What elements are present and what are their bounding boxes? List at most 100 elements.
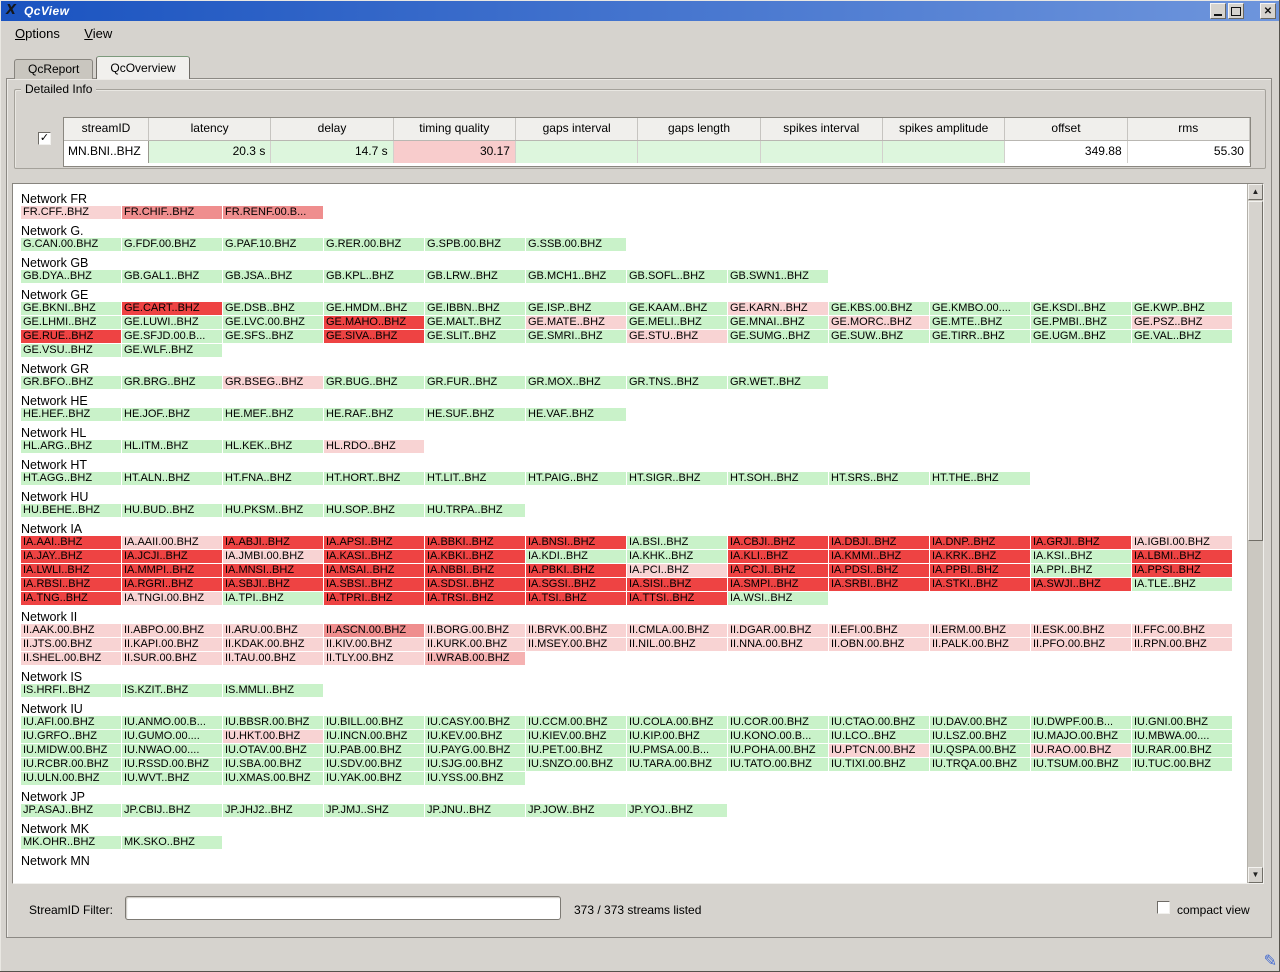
stream-cell[interactable]: HU.BEHE..BHZ xyxy=(21,504,121,517)
stream-cell[interactable]: IU.BBSR.00.BHZ xyxy=(223,716,323,729)
stream-cell[interactable]: IA.KDI..BHZ xyxy=(526,550,626,563)
stream-cell[interactable]: II.TLY.00.BHZ xyxy=(324,652,424,665)
stream-cell[interactable]: IU.ANMO.00.B... xyxy=(122,716,222,729)
stream-cell[interactable]: GE.KMBO.00.... xyxy=(930,302,1030,315)
stream-cell[interactable]: II.ERM.00.BHZ xyxy=(930,624,1030,637)
stream-cell[interactable]: IU.YSS.00.BHZ xyxy=(425,772,525,785)
stream-cell[interactable]: G.CAN.00.BHZ xyxy=(21,238,121,251)
stream-cell[interactable]: HE.HEF..BHZ xyxy=(21,408,121,421)
stream-cell[interactable]: GR.TNS..BHZ xyxy=(627,376,727,389)
stream-cell[interactable]: HT.THE..BHZ xyxy=(930,472,1030,485)
stream-cell[interactable]: IA.PCI..BHZ xyxy=(627,564,727,577)
stream-cell[interactable]: GE.SLIT..BHZ xyxy=(425,330,525,343)
scroll-up-icon[interactable]: ▲ xyxy=(1248,184,1263,200)
stream-cell[interactable]: IU.COLA.00.BHZ xyxy=(627,716,727,729)
stream-cell[interactable]: GR.MOX..BHZ xyxy=(526,376,626,389)
stream-cell[interactable]: IU.SJG.00.BHZ xyxy=(425,758,525,771)
stream-cell[interactable]: IU.XMAS.00.BHZ xyxy=(223,772,323,785)
stream-cell[interactable]: HE.RAF..BHZ xyxy=(324,408,424,421)
stream-cell[interactable]: II.ASCN.00.BHZ xyxy=(324,624,424,637)
stream-cell[interactable]: IA.SGSI..BHZ xyxy=(526,578,626,591)
stream-cell[interactable]: IA.IGBI.00.BHZ xyxy=(1132,536,1232,549)
stream-cell[interactable]: GE.MALT..BHZ xyxy=(425,316,525,329)
stream-cell[interactable]: IA.RBSI..BHZ xyxy=(21,578,121,591)
stream-cell[interactable]: IU.CASY.00.BHZ xyxy=(425,716,525,729)
column-header-offset[interactable]: offset xyxy=(1005,118,1127,140)
stream-cell[interactable]: IU.LSZ.00.BHZ xyxy=(930,730,1030,743)
scrollbar-thumb[interactable] xyxy=(1248,201,1263,541)
stream-cell[interactable]: IU.RSSD.00.BHZ xyxy=(122,758,222,771)
stream-cell[interactable]: IA.KRK..BHZ xyxy=(930,550,1030,563)
stream-cell[interactable]: IS.HRFI..BHZ xyxy=(21,684,121,697)
close-button[interactable]: ✕ xyxy=(1260,3,1276,19)
stream-cell[interactable]: IU.TATO.00.BHZ xyxy=(728,758,828,771)
stream-cell[interactable]: HT.FNA..BHZ xyxy=(223,472,323,485)
stream-cell[interactable]: IU.MAJO.00.BHZ xyxy=(1031,730,1131,743)
stream-cell[interactable]: II.SHEL.00.BHZ xyxy=(21,652,121,665)
stream-cell[interactable]: IA.SISI..BHZ xyxy=(627,578,727,591)
stream-cell[interactable]: GB.MCH1..BHZ xyxy=(526,270,626,283)
stream-cell[interactable]: IU.PET.00.BHZ xyxy=(526,744,626,757)
column-header-gaps-length[interactable]: gaps length xyxy=(638,118,760,140)
stream-cell[interactable]: IA.PCJI..BHZ xyxy=(728,564,828,577)
stream-cell[interactable]: IU.KIP.00.BHZ xyxy=(627,730,727,743)
stream-cell[interactable]: GE.DSB..BHZ xyxy=(223,302,323,315)
stream-cell[interactable]: II.BORG.00.BHZ xyxy=(425,624,525,637)
stream-cell[interactable]: IS.KZIT..BHZ xyxy=(122,684,222,697)
stream-cell[interactable]: GE.LVC.00.BHZ xyxy=(223,316,323,329)
stream-cell[interactable]: HL.ITM..BHZ xyxy=(122,440,222,453)
stream-cell[interactable]: IA.TNGI.00.BHZ xyxy=(122,592,222,605)
stream-cell[interactable]: IU.OTAV.00.BHZ xyxy=(223,744,323,757)
stream-cell[interactable]: IU.TIXI.00.BHZ xyxy=(829,758,929,771)
stream-cell[interactable]: II.JTS.00.BHZ xyxy=(21,638,121,651)
stream-cell[interactable]: GB.KPL..BHZ xyxy=(324,270,424,283)
stream-cell[interactable]: II.ESK.00.BHZ xyxy=(1031,624,1131,637)
stream-cell[interactable]: IA.SMPI..BHZ xyxy=(728,578,828,591)
stream-cell[interactable]: JP.JOW..BHZ xyxy=(526,804,626,817)
title-bar[interactable]: X QcView ✕ xyxy=(1,1,1279,21)
stream-cell[interactable]: IU.PAYG.00.BHZ xyxy=(425,744,525,757)
stream-cell[interactable]: II.PFO.00.BHZ xyxy=(1031,638,1131,651)
stream-cell[interactable]: IA.SWJI..BHZ xyxy=(1031,578,1131,591)
stream-cell[interactable]: JP.ASAJ..BHZ xyxy=(21,804,121,817)
stream-cell[interactable]: GE.KAAM..BHZ xyxy=(627,302,727,315)
menu-options[interactable]: Options xyxy=(9,24,66,43)
stream-cell[interactable]: MK.SKO..BHZ xyxy=(122,836,222,849)
stream-cell[interactable]: GE.HMDM..BHZ xyxy=(324,302,424,315)
stream-cell[interactable]: IU.SDV.00.BHZ xyxy=(324,758,424,771)
stream-cell[interactable]: JP.YOJ..BHZ xyxy=(627,804,727,817)
stream-cell[interactable]: G.PAF.10.BHZ xyxy=(223,238,323,251)
column-header-spikes-amplitude[interactable]: spikes amplitude xyxy=(883,118,1005,140)
stream-cell[interactable]: GE.SUMG..BHZ xyxy=(728,330,828,343)
stream-cell[interactable]: IU.GRFO..BHZ xyxy=(21,730,121,743)
stream-cell[interactable]: HU.SOP..BHZ xyxy=(324,504,424,517)
stream-cell[interactable]: GE.IBBN..BHZ xyxy=(425,302,525,315)
maximize-button[interactable] xyxy=(1228,3,1244,19)
stream-cell[interactable]: HL.KEK..BHZ xyxy=(223,440,323,453)
stream-cell[interactable]: II.KDAK.00.BHZ xyxy=(223,638,323,651)
stream-cell[interactable]: IU.DWPF.00.B... xyxy=(1031,716,1131,729)
stream-cell[interactable]: HT.SOH..BHZ xyxy=(728,472,828,485)
stream-cell[interactable]: GE.WLF..BHZ xyxy=(122,344,222,357)
stream-cell[interactable]: II.SUR.00.BHZ xyxy=(122,652,222,665)
detail-row-checkbox[interactable]: ✓ xyxy=(38,132,51,145)
tab-qcreport[interactable]: QcReport xyxy=(14,59,93,79)
stream-cell[interactable]: II.NIL.00.BHZ xyxy=(627,638,727,651)
stream-cell[interactable]: GB.SWN1..BHZ xyxy=(728,270,828,283)
stream-cell[interactable]: IU.AFI.00.BHZ xyxy=(21,716,121,729)
stream-cell[interactable]: GB.LRW..BHZ xyxy=(425,270,525,283)
stream-cell[interactable]: IU.TRQA.00.BHZ xyxy=(930,758,1030,771)
column-header-delay[interactable]: delay xyxy=(271,118,393,140)
stream-cell[interactable]: GR.BRG..BHZ xyxy=(122,376,222,389)
stream-cell[interactable]: IU.MBWA.00.... xyxy=(1132,730,1232,743)
stream-cell[interactable]: GE.PSZ..BHZ xyxy=(1132,316,1232,329)
stream-cell[interactable]: GE.KSDI..BHZ xyxy=(1031,302,1131,315)
column-header-gaps-interval[interactable]: gaps interval xyxy=(516,118,638,140)
stream-cell[interactable]: II.FFC.00.BHZ xyxy=(1132,624,1232,637)
stream-cell[interactable]: JP.JMJ..SHZ xyxy=(324,804,424,817)
stream-cell[interactable]: IU.KEV.00.BHZ xyxy=(425,730,525,743)
stream-cell[interactable]: JP.JHJ2..BHZ xyxy=(223,804,323,817)
stream-cell[interactable]: IA.TRSI..BHZ xyxy=(425,592,525,605)
stream-cell[interactable]: IA.SBJI..BHZ xyxy=(223,578,323,591)
stream-cell[interactable]: IS.MMLI..BHZ xyxy=(223,684,323,697)
